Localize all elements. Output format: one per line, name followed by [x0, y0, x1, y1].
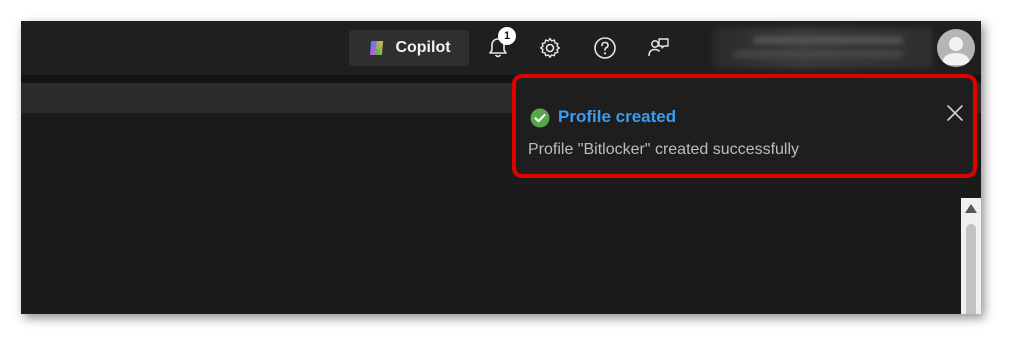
copilot-button[interactable]: Copilot [349, 30, 469, 66]
help-button[interactable] [590, 33, 620, 63]
feedback-button[interactable] [643, 33, 673, 63]
feedback-icon [648, 38, 669, 57]
vertical-scrollbar[interactable] [961, 198, 981, 314]
account-info-redacted [713, 27, 933, 69]
toast-title: Profile created [558, 107, 677, 126]
notifications-button[interactable]: 1 [483, 27, 516, 63]
scroll-thumb[interactable] [966, 224, 976, 314]
copilot-logo-icon [370, 41, 384, 55]
check-circle-icon [530, 108, 550, 128]
close-icon[interactable] [944, 102, 966, 124]
avatar[interactable] [937, 29, 975, 67]
notification-badge: 1 [498, 27, 516, 45]
settings-button[interactable] [535, 33, 565, 63]
app-window: Copilot 1 Profile created Profile "Bitlo… [21, 21, 981, 314]
copilot-label: Copilot [395, 39, 451, 56]
user-avatar-icon [942, 37, 970, 65]
gear-icon [539, 37, 561, 58]
top-bar: Copilot 1 [21, 21, 981, 75]
success-toast: Profile created Profile "Bitlocker" crea… [512, 74, 977, 178]
toast-message: Profile "Bitlocker" created successfully [528, 141, 800, 158]
help-icon [594, 37, 616, 59]
scroll-up-arrow-icon[interactable] [965, 204, 977, 213]
